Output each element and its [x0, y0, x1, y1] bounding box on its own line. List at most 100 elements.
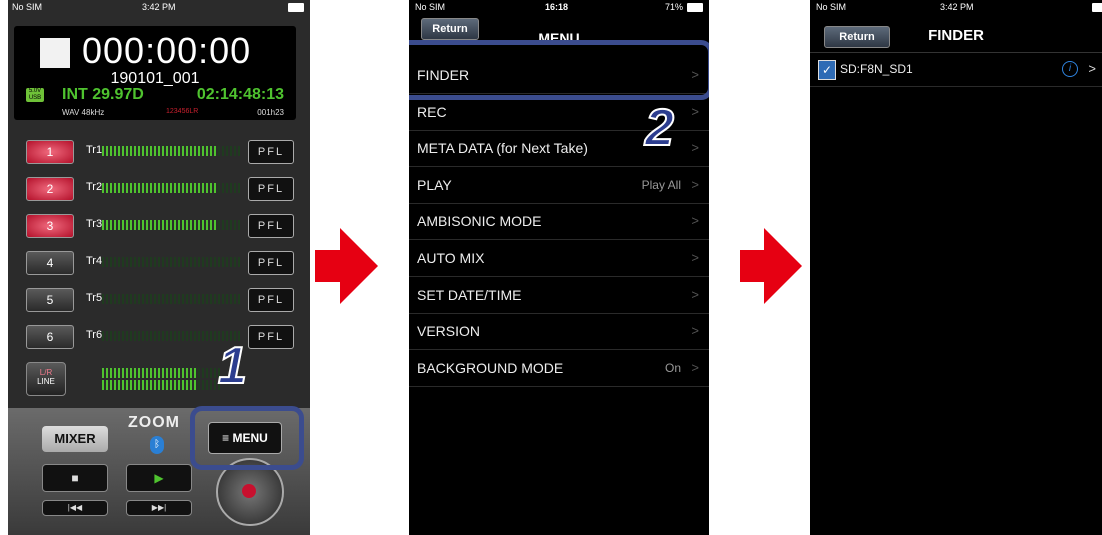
track-name: Tr1 [86, 144, 103, 156]
finder-screen: No SIM 3:42 PM Return FINDER ✓ SD:F8N_SD… [810, 0, 1102, 535]
menu-item-label: SET DATE/TIME [417, 286, 522, 303]
chevron-right-icon: > [691, 140, 699, 156]
pfl-button[interactable]: PFL [248, 140, 294, 164]
sd-card-icon: ✓ [818, 60, 836, 80]
lr-meter [102, 368, 222, 378]
menu-item-label: PLAY [417, 176, 452, 193]
stop-state-icon [40, 38, 70, 68]
line-label: LINE [37, 377, 55, 386]
lr-meter [102, 380, 222, 390]
track-button[interactable]: 5 [26, 288, 74, 312]
play-button[interactable]: ▶ [126, 464, 192, 492]
lr-label: L/R [39, 368, 53, 377]
chevron-right-icon[interactable]: > [1088, 61, 1096, 76]
bluetooth-icon: ᛒ [150, 436, 164, 454]
chevron-right-icon: > [691, 359, 699, 375]
track-name: Tr6 [86, 329, 103, 341]
chevron-right-icon: > [691, 323, 699, 339]
chevron-right-icon: > [691, 213, 699, 229]
status-time: 3:42 PM [940, 2, 974, 12]
track-button[interactable]: 6 [26, 325, 74, 349]
battery-icon [687, 3, 703, 12]
usb-power-icon: 5.0V USB [26, 88, 44, 102]
rewind-button[interactable]: |◀◀ [42, 500, 108, 516]
battery-icon [288, 3, 304, 12]
forward-button[interactable]: ▶▶| [126, 500, 192, 516]
status-time: 3:42 PM [142, 2, 176, 12]
menu-item[interactable]: VERSION > [409, 313, 709, 351]
remaining-time: 001h23 [257, 108, 284, 117]
pfl-button[interactable]: PFL [248, 288, 294, 312]
pfl-button[interactable]: PFL [248, 251, 294, 275]
status-bar: No SIM 3:42 PM [810, 0, 1102, 14]
page-title: FINDER [928, 27, 984, 44]
chevron-right-icon: > [691, 176, 699, 192]
track-meter [102, 220, 242, 230]
chevron-right-icon: > [691, 286, 699, 302]
track-name: Tr2 [86, 181, 103, 193]
play-icon: ▶ [154, 471, 164, 485]
menu-item-label: AUTO MIX [417, 250, 485, 266]
chevron-right-icon: > [691, 103, 699, 119]
carrier-label: No SIM [415, 2, 446, 12]
carrier-label: No SIM [816, 2, 847, 12]
battery-percent: 71% [664, 2, 683, 12]
sd-card-label: SD:F8N_SD1 [840, 62, 913, 76]
track-button[interactable]: 1 [26, 140, 74, 164]
sd-card-item[interactable]: ✓ SD:F8N_SD1 i > [810, 56, 1102, 87]
menu-item[interactable]: PLAY Play All > [409, 167, 709, 204]
menu-item-value: On [664, 360, 681, 375]
mixer-button[interactable]: MIXER [42, 426, 108, 452]
track-row: 5 Tr5 PFL [26, 288, 296, 312]
track-row: 3 Tr3 PFL [26, 214, 296, 238]
step-number: 2 [644, 98, 675, 158]
menu-item[interactable]: SET DATE/TIME > [409, 277, 709, 314]
menu-item[interactable]: AMBISONIC MODE > [409, 203, 709, 241]
pfl-button[interactable]: PFL [248, 325, 294, 349]
status-bar: No SIM 3:42 PM [8, 0, 310, 14]
menu-item-label: BACKGROUND MODE [417, 359, 564, 376]
menu-item-value: Play All [641, 177, 681, 192]
timecode-mode: INT 29.97D [62, 86, 144, 103]
track-row: 1 Tr1 PFL [26, 140, 296, 164]
chevron-right-icon: > [691, 250, 699, 265]
lr-line-button[interactable]: L/R LINE [26, 362, 66, 396]
pfl-button[interactable]: PFL [248, 177, 294, 201]
menu-item-label: VERSION [417, 323, 481, 340]
menu-item-label: META DATA (for Next Take) [417, 140, 588, 157]
track-meter-fill [102, 146, 217, 156]
track-button[interactable]: 2 [26, 177, 74, 201]
recorder-screen: No SIM 3:42 PM 000:00:00 190101_001 5.0V… [8, 0, 310, 535]
track-row: 4 Tr4 PFL [26, 251, 296, 275]
brand-logo: ZOOM [128, 414, 180, 431]
track-meter [102, 294, 242, 304]
track-row: 6 Tr6 PFL [26, 325, 296, 349]
recording-format: WAV 48kHz [62, 108, 105, 117]
menu-screen: No SIM 16:18 71% Return MENU FINDER > REC >… [409, 0, 709, 535]
menu-callout [190, 406, 304, 470]
track-button[interactable]: 3 [26, 214, 74, 238]
track-meter [102, 146, 242, 156]
status-time: 16:18 [545, 2, 569, 12]
track-meter [102, 257, 242, 267]
status-bar: No SIM 16:18 71% [409, 0, 709, 14]
rewind-icon: |◀◀ [67, 503, 83, 512]
carrier-label: No SIM [12, 2, 43, 12]
track-button[interactable]: 4 [26, 251, 74, 275]
finder-callout [409, 40, 709, 100]
battery-icon [1092, 3, 1102, 12]
step-number: 1 [217, 336, 248, 396]
track-row: 2 Tr2 PFL [26, 177, 296, 201]
stop-button[interactable]: ■ [42, 464, 108, 492]
pfl-button[interactable]: PFL [248, 214, 294, 238]
track-name: Tr4 [86, 255, 103, 267]
menu-item[interactable]: AUTO MIX > [409, 240, 709, 277]
menu-item[interactable]: BACKGROUND MODE On > [409, 350, 709, 387]
elapsed-time: 000:00:00 [82, 30, 252, 71]
info-icon[interactable]: i [1062, 61, 1078, 77]
track-meter [102, 183, 242, 193]
track-meter-fill [102, 220, 217, 230]
record-icon [242, 484, 256, 498]
menu-item-label: REC [417, 103, 447, 120]
track-name: Tr5 [86, 292, 103, 304]
